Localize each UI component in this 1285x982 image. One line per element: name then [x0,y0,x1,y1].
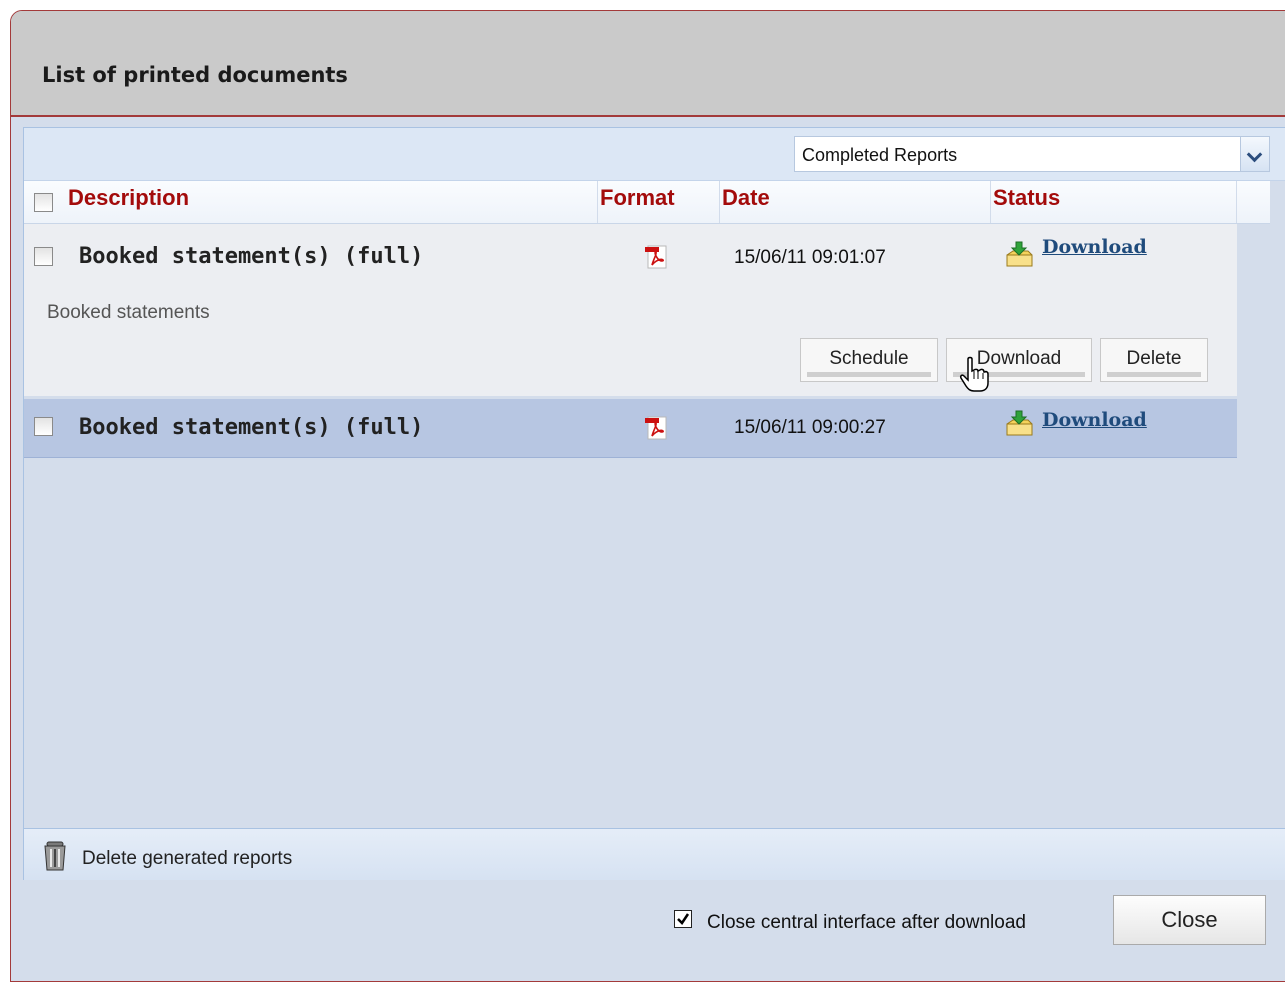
filter-toolbar: Completed Reports [24,128,1285,181]
table-row[interactable]: Booked statement(s) (full) 15/06/11 09:0… [24,224,1237,396]
row-checkbox[interactable] [34,247,53,266]
row-title: Booked statement(s) (full) [79,415,424,440]
table-header: Description Format Date Status [24,181,1270,224]
table-row-selected[interactable]: Booked statement(s) (full) 15/06/11 09:0… [24,399,1237,458]
report-filter-dropdown-button[interactable] [1240,136,1270,172]
row-date: 15/06/11 09:00:27 [734,417,886,438]
column-divider [719,181,720,223]
column-divider [597,181,598,223]
close-after-download-checkbox[interactable] [674,910,692,928]
dialog-title: List of printed documents [42,63,348,87]
trash-icon[interactable] [42,840,68,872]
dialog-window: List of printed documents Completed Repo… [10,10,1285,982]
download-icon[interactable] [1004,409,1034,439]
download-icon[interactable] [1004,240,1034,270]
row-checkbox[interactable] [34,417,53,436]
close-after-download-label: Close central interface after download [707,912,1026,933]
documents-panel: Completed Reports Description Format Dat… [23,127,1285,880]
report-filter-select[interactable]: Completed Reports [794,136,1241,172]
row-date: 15/06/11 09:01:07 [734,247,886,268]
close-button[interactable]: Close [1113,895,1266,945]
select-all-checkbox[interactable] [34,193,53,212]
checkmark-icon [677,913,690,925]
status-download-link[interactable]: Download [1042,236,1147,258]
column-header-date[interactable]: Date [722,185,770,219]
status-download-link[interactable]: Download [1042,409,1147,431]
row-description: Booked statements [47,302,210,323]
schedule-button[interactable]: Schedule [800,338,938,382]
column-header-description[interactable]: Description [68,185,189,219]
row-title: Booked statement(s) (full) [79,244,424,269]
column-header-format[interactable]: Format [600,185,675,219]
dialog-titlebar: List of printed documents [11,11,1285,117]
chevron-down-icon [1246,146,1263,163]
column-divider [990,181,991,223]
pdf-icon [645,245,667,269]
column-header-status[interactable]: Status [993,185,1060,219]
pdf-icon [645,416,667,440]
panel-footer: Delete generated reports [24,828,1285,880]
hand-cursor-icon [960,356,989,392]
delete-generated-reports-link[interactable]: Delete generated reports [82,848,292,870]
delete-button[interactable]: Delete [1100,338,1208,382]
column-divider [1236,181,1237,223]
